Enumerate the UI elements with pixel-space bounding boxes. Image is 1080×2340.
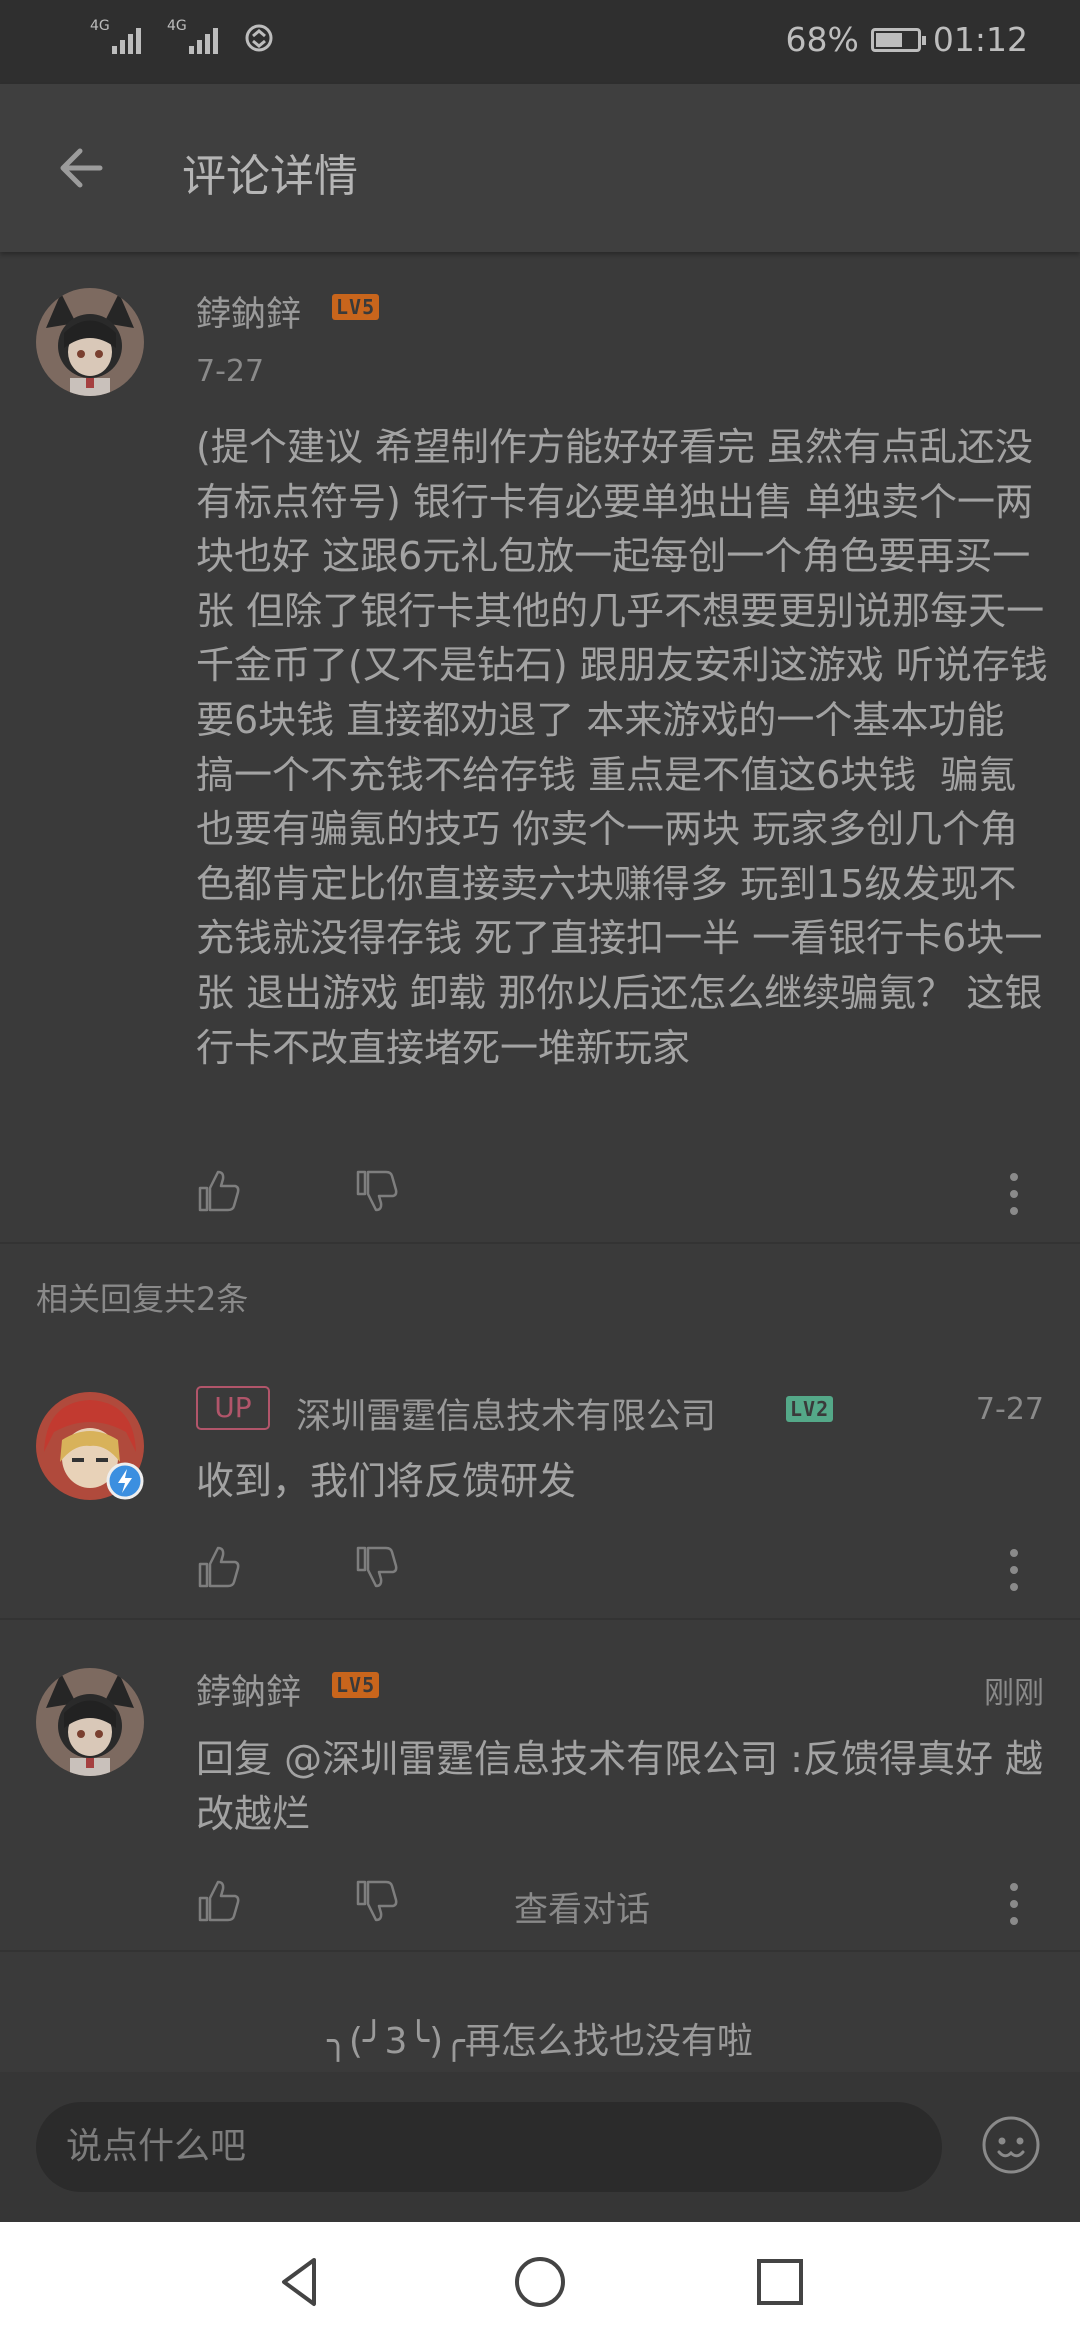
view-conversation-link[interactable]: 查看对话: [514, 1882, 650, 1931]
system-nav-bar: [0, 2222, 1080, 2340]
signal-strength-icon-2: 4G: [167, 18, 218, 54]
up-tag: UP: [196, 1386, 270, 1430]
level-badge: LV5: [332, 294, 380, 320]
status-bar: 4G 4G 68% 01:12: [0, 0, 1080, 84]
arrow-left-icon[interactable]: [52, 138, 112, 198]
smiley-icon[interactable]: [980, 2114, 1042, 2176]
circle-home-icon[interactable]: [510, 2252, 570, 2312]
more-vertical-icon[interactable]: [1008, 1549, 1020, 1595]
reply-username[interactable]: 深圳雷霆信息技术有限公司: [296, 1388, 716, 1439]
thumbs-down-icon[interactable]: [354, 1544, 400, 1590]
sync-icon: [245, 24, 273, 52]
reply-date: 7-27: [975, 1392, 1044, 1427]
page-title: 评论详情: [182, 151, 358, 202]
level-badge: LV2: [786, 1396, 834, 1422]
comment-text: (提个建议 希望制作方能好好看完 虽然有点乱还没有标点符号) 银行卡有必要单独出…: [196, 425, 1048, 1070]
thumbs-up-icon[interactable]: [196, 1878, 242, 1924]
thumbs-down-icon[interactable]: [354, 1168, 400, 1214]
comment-username[interactable]: 鋍鈉鋅: [196, 286, 301, 337]
app-bar: 评论详情: [0, 84, 1080, 252]
reply-text: 回复 @深圳雷霆信息技术有限公司 :反馈得真好 越改越烂: [196, 1737, 1044, 1836]
reply-username[interactable]: 鋍鈉鋅: [196, 1664, 301, 1715]
avatar[interactable]: [36, 288, 144, 396]
thumbs-down-icon[interactable]: [354, 1878, 400, 1924]
thumbs-up-icon[interactable]: [196, 1544, 242, 1590]
battery-icon: [870, 27, 926, 52]
reply-date: 刚刚: [984, 1676, 1044, 1711]
comment-input-bar: 说点什么吧: [0, 2072, 1080, 2222]
comment-input[interactable]: 说点什么吧: [36, 2102, 942, 2192]
replies-count-label: 相关回复共2条: [36, 1280, 249, 1318]
more-vertical-icon[interactable]: [1008, 1883, 1020, 1929]
comment-date: 7-27: [196, 354, 265, 389]
clock: 01:12: [932, 20, 1028, 59]
signal-strength-icon-1: 4G: [90, 18, 141, 54]
reply-text: 收到，我们将反馈研发: [196, 1459, 577, 1503]
level-badge: LV5: [332, 1672, 380, 1698]
more-vertical-icon[interactable]: [1008, 1173, 1020, 1219]
triangle-back-icon[interactable]: [270, 2252, 330, 2312]
end-of-list-note: ╮(╯3╰)╭再怎么找也没有啦: [327, 2021, 753, 2062]
divider: [0, 1950, 1080, 1952]
thumbs-up-icon[interactable]: [196, 1168, 242, 1214]
divider: [0, 1618, 1080, 1620]
avatar[interactable]: [36, 1668, 144, 1776]
divider: [0, 1242, 1080, 1244]
battery-percent: 68%: [785, 20, 859, 59]
square-recents-icon[interactable]: [750, 2252, 810, 2312]
lightning-badge-icon: [106, 1462, 144, 1500]
